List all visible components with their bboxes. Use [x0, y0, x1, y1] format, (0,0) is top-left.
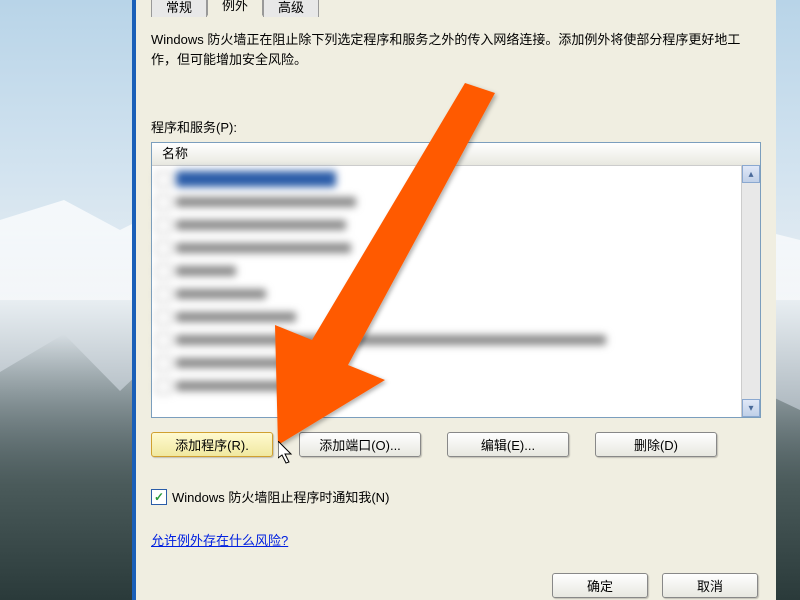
- list-label: 程序和服务(P):: [151, 117, 761, 136]
- notify-checkbox[interactable]: ✓: [151, 489, 167, 505]
- list-items: [152, 165, 742, 417]
- list-item[interactable]: [156, 330, 738, 350]
- list-item[interactable]: [156, 215, 738, 235]
- list-item[interactable]: [156, 192, 738, 212]
- list-column-header[interactable]: 名称: [152, 143, 760, 166]
- list-item[interactable]: [156, 261, 738, 281]
- list-item[interactable]: [156, 284, 738, 304]
- tab-bar: 常规 例外 高级: [151, 0, 319, 16]
- notify-checkbox-row: ✓ Windows 防火墙阻止程序时通知我(N): [151, 487, 761, 506]
- list-item[interactable]: [156, 376, 738, 396]
- scroll-up-button[interactable]: [742, 165, 760, 183]
- ok-button[interactable]: 确定: [552, 573, 648, 598]
- tab-general[interactable]: 常规: [151, 0, 207, 17]
- add-program-button[interactable]: 添加程序(R).: [151, 432, 273, 457]
- notify-label: Windows 防火墙阻止程序时通知我(N): [172, 487, 389, 506]
- edit-button[interactable]: 编辑(E)...: [447, 432, 569, 457]
- list-item[interactable]: [156, 353, 738, 373]
- dialog-content: Windows 防火墙正在阻止除下列选定程序和服务之外的传入网络连接。添加例外将…: [151, 16, 761, 590]
- list-item[interactable]: [156, 238, 738, 258]
- tab-advanced[interactable]: 高级: [263, 0, 319, 17]
- firewall-dialog: 常规 例外 高级 Windows 防火墙正在阻止除下列选定程序和服务之外的传入网…: [132, 0, 776, 600]
- list-item[interactable]: [156, 307, 738, 327]
- add-port-button[interactable]: 添加端口(O)...: [299, 432, 421, 457]
- description-text: Windows 防火墙正在阻止除下列选定程序和服务之外的传入网络连接。添加例外将…: [151, 30, 761, 69]
- cancel-button[interactable]: 取消: [662, 573, 758, 598]
- tab-exceptions[interactable]: 例外: [207, 0, 263, 16]
- button-row: 添加程序(R). 添加端口(O)... 编辑(E)... 删除(D): [151, 432, 761, 457]
- programs-listbox[interactable]: 名称: [151, 142, 761, 418]
- dialog-buttons: 确定 取消: [552, 573, 758, 598]
- list-scrollbar[interactable]: [741, 165, 760, 417]
- scroll-down-button[interactable]: [742, 399, 760, 417]
- checkmark-icon: ✓: [154, 490, 164, 504]
- list-item[interactable]: [156, 169, 738, 189]
- risk-link[interactable]: 允许例外存在什么风险?: [151, 530, 288, 549]
- delete-button[interactable]: 删除(D): [595, 432, 717, 457]
